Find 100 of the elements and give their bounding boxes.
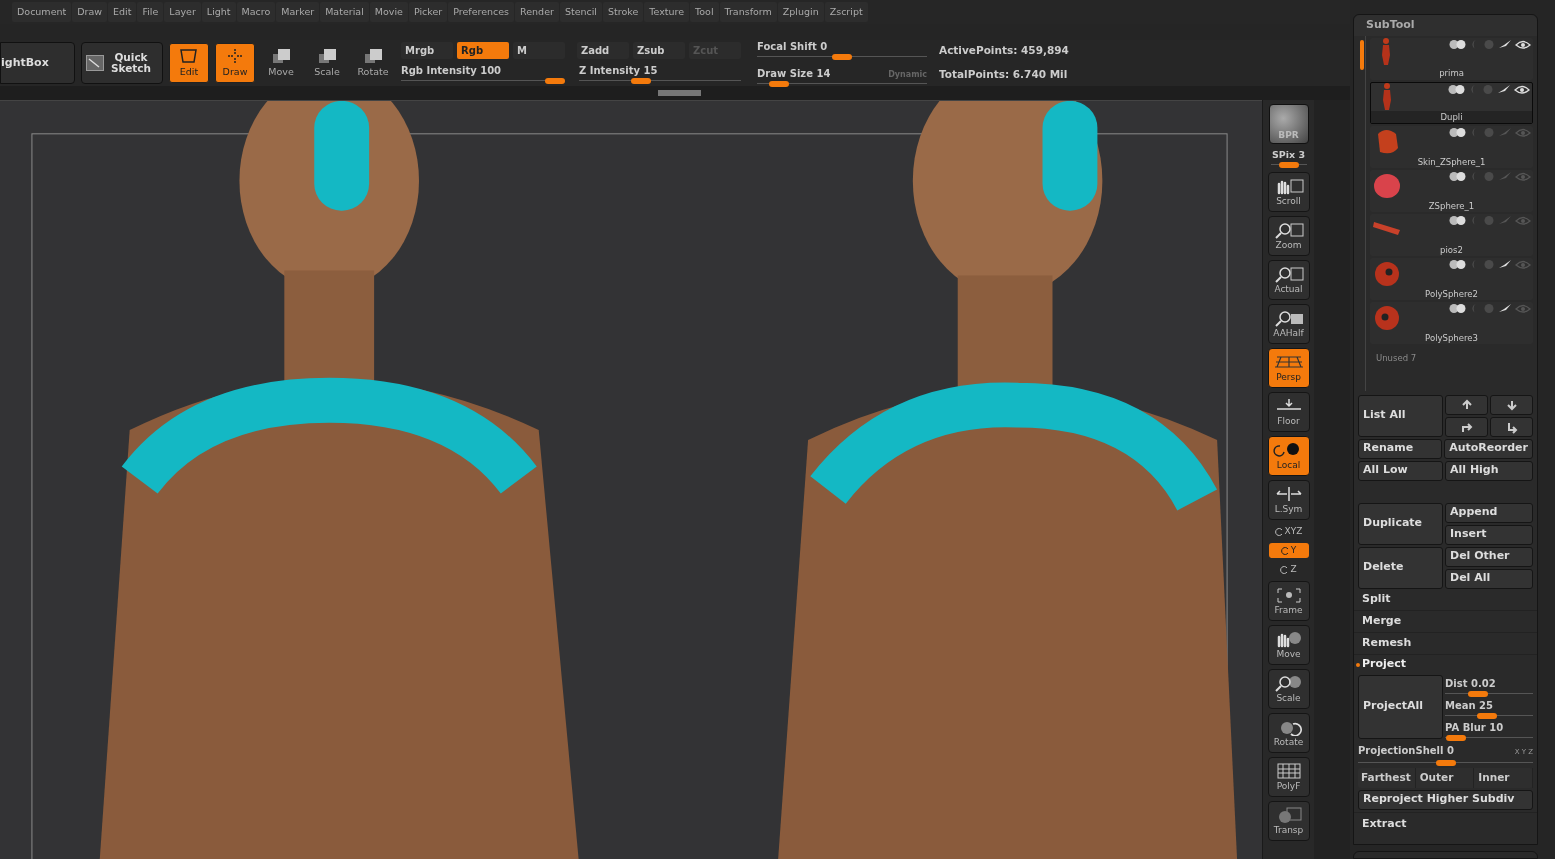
menu-item[interactable]: Transform [719, 2, 777, 22]
move-button[interactable] [1445, 416, 1488, 437]
slider-thumb[interactable] [1435, 759, 1456, 766]
panel-button[interactable]: Insert [1445, 524, 1533, 545]
menu-item[interactable]: Preferences [448, 2, 515, 22]
shelf-button[interactable]: L.Sym [1267, 480, 1310, 521]
option-toggle[interactable]: Inner [1475, 767, 1533, 788]
toggle-icon [1449, 304, 1467, 313]
slider-thumb[interactable] [1446, 734, 1467, 741]
rotate-axis-button[interactable]: Z [1268, 562, 1309, 578]
menu-item[interactable]: Stroke [603, 2, 644, 22]
menu-item[interactable]: File [137, 2, 164, 22]
panel-button[interactable]: Append [1445, 502, 1533, 523]
reproject-button[interactable]: Reproject Higher Subdiv [1358, 789, 1533, 810]
slider-label: Draw Size 14 [757, 67, 831, 81]
panel-button[interactable]: All Low [1358, 460, 1443, 481]
panel-button[interactable]: Del Other [1445, 546, 1533, 567]
menu-item[interactable]: Texture [644, 2, 690, 22]
brush-icon[interactable] [1497, 85, 1511, 94]
z-mode-toggle[interactable]: Zadd [576, 42, 629, 59]
option-toggle[interactable]: Outer [1416, 767, 1475, 788]
shelf-button[interactable]: Frame [1267, 581, 1310, 622]
slider-thumb[interactable] [630, 78, 651, 84]
shelf-button[interactable]: Scroll [1267, 172, 1310, 213]
move-button[interactable] [1490, 416, 1533, 437]
section-header[interactable]: Merge [1354, 610, 1537, 633]
panel-button[interactable]: Del All [1445, 568, 1533, 589]
panel-button[interactable]: Rename [1358, 438, 1443, 459]
menu-item[interactable]: Macro [236, 2, 276, 22]
menu-item[interactable]: Marker [276, 2, 320, 22]
menu-item[interactable]: Tool [690, 2, 719, 22]
menu-item[interactable]: Material [320, 2, 369, 22]
menu-item[interactable]: Movie [369, 2, 408, 22]
section-header[interactable]: Split [1354, 588, 1537, 611]
mode-button[interactable]: Edit [169, 43, 209, 83]
menu-item[interactable]: Draw [72, 2, 108, 22]
scroll-thumb[interactable] [1360, 39, 1364, 70]
brush-icon[interactable] [1498, 260, 1512, 269]
slider-thumb[interactable] [1477, 712, 1498, 719]
list-all-button[interactable]: List All [1358, 394, 1443, 437]
brush-icon[interactable] [1498, 40, 1512, 49]
menu-item[interactable]: Stencil [559, 2, 602, 22]
mode-button[interactable]: Move [261, 43, 301, 83]
rotate-axis-button[interactable]: XYZ [1268, 524, 1309, 540]
mode-button[interactable]: Rotate [353, 43, 393, 83]
mode-button[interactable]: Draw [215, 43, 255, 83]
option-toggle[interactable]: Farthest [1358, 767, 1416, 788]
section-header[interactable]: Remesh [1354, 632, 1537, 655]
slider-thumb[interactable] [544, 78, 565, 84]
menu-item[interactable]: Picker [408, 2, 448, 22]
subtool-name: pios2 [1439, 243, 1464, 257]
panel-button[interactable]: Duplicate [1358, 502, 1443, 545]
color-mode-toggle[interactable]: Mrgb [401, 42, 454, 59]
rotate-axis-button[interactable]: Y [1268, 543, 1309, 559]
menu-item[interactable]: Zscript [824, 2, 868, 22]
shelf-button[interactable]: AAHalf [1267, 304, 1310, 345]
menu-item[interactable]: Zplugin [777, 2, 824, 22]
section-header[interactable]: Project [1354, 654, 1537, 675]
menu-item[interactable]: Document [12, 2, 72, 22]
move-button[interactable] [1445, 394, 1488, 415]
shelf-button[interactable]: Scale [1267, 669, 1310, 710]
subtool-name: Dupli [1371, 110, 1532, 124]
subtool-item[interactable]: Dupli [1370, 81, 1533, 124]
section-header[interactable]: Extract [1354, 811, 1537, 836]
quick-sketch-button[interactable]: Quick Sketch [81, 42, 163, 84]
slider-thumb[interactable] [832, 54, 852, 60]
menu-item[interactable]: Render [515, 2, 559, 22]
shelf-button[interactable]: PolyF [1267, 757, 1310, 798]
stat-text: TotalPoints: 6.740 Mil [939, 67, 1069, 82]
panel-button[interactable]: All High [1445, 460, 1533, 481]
shelf-button[interactable]: Floor [1267, 392, 1310, 433]
shelf-button[interactable]: Zoom [1267, 216, 1310, 257]
toggle-icon [1449, 216, 1467, 225]
slider-thumb[interactable] [1468, 690, 1489, 697]
shelf-button[interactable]: Move [1267, 625, 1310, 666]
color-mode-toggle[interactable]: M [513, 42, 566, 59]
slider-thumb[interactable] [769, 81, 790, 87]
subtool-item[interactable]: prima [1370, 37, 1533, 80]
panel-button[interactable]: Delete [1358, 546, 1443, 589]
menu-item[interactable]: Light [201, 2, 236, 22]
slider-thumb[interactable] [1278, 162, 1299, 169]
brush-icon[interactable] [1498, 304, 1512, 313]
project-all-button[interactable]: ProjectAll [1358, 674, 1443, 739]
lightbox-button[interactable]: ightBox [0, 42, 75, 84]
slider-label: Focal Shift 0 [757, 40, 828, 54]
shelf-button[interactable]: Rotate [1267, 713, 1310, 754]
color-mode-toggle[interactable]: Rgb [457, 42, 510, 59]
subtool-item[interactable]: PolySphere3 [1370, 301, 1533, 344]
move-button[interactable] [1490, 394, 1533, 415]
shelf-button[interactable]: Persp [1267, 348, 1310, 389]
shelf-button[interactable]: Actual [1267, 260, 1310, 301]
z-mode-toggle[interactable]: Zsub [632, 42, 685, 59]
scrollbar-thumb[interactable] [658, 90, 701, 96]
panel-button[interactable]: AutoReorder [1444, 438, 1533, 459]
shelf-button[interactable]: Transp [1267, 801, 1310, 842]
subtool-item[interactable]: PolySphere2 [1370, 257, 1533, 300]
menu-item[interactable]: Edit [108, 2, 137, 22]
shelf-button[interactable]: Local [1267, 436, 1310, 477]
mode-button[interactable]: Scale [307, 43, 347, 83]
menu-item[interactable]: Layer [164, 2, 201, 22]
